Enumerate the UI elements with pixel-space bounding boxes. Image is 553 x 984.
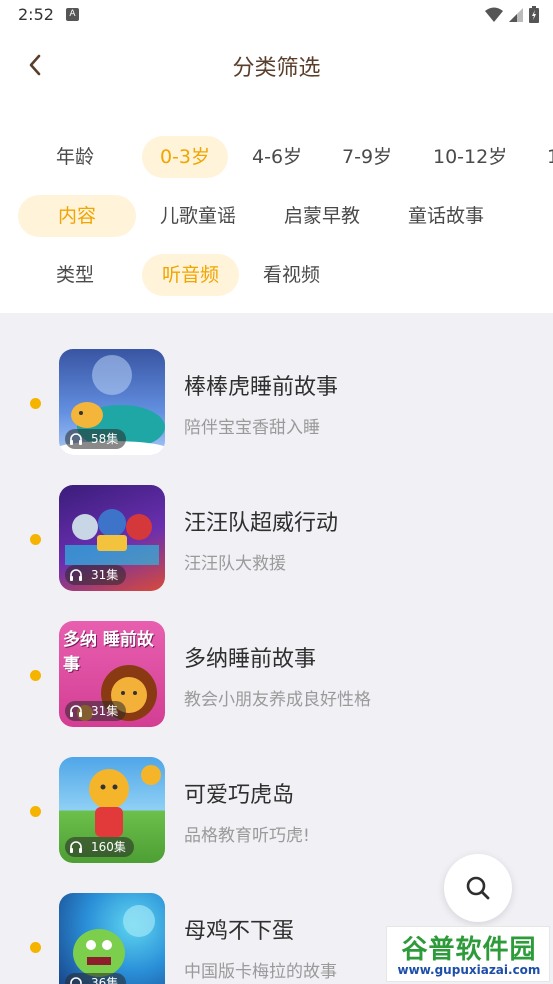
- album-title: 母鸡不下蛋: [184, 919, 295, 944]
- age-filter-row: 年龄 0-3岁 4-6岁 7-9岁 10-12岁 1: [0, 136, 553, 180]
- bullet-dot: [30, 670, 41, 681]
- age-option-4-6[interactable]: 4-6岁: [252, 136, 302, 178]
- album-title: 棒棒虎睡前故事: [184, 375, 339, 400]
- album-cover: 31集: [59, 485, 165, 591]
- site-watermark: 谷普软件园 www.gupuxiazai.com: [386, 926, 550, 982]
- watermark-url: www.gupuxiazai.com: [397, 963, 541, 977]
- content-option-fairy-tales[interactable]: 童话故事: [408, 195, 484, 237]
- type-option-audio[interactable]: 听音频: [142, 254, 239, 296]
- episode-badge: 58集: [65, 429, 127, 449]
- age-option-10-12[interactable]: 10-12岁: [433, 136, 507, 178]
- album-subtitle: 教会小朋友养成良好性格: [184, 690, 371, 710]
- age-option-7-9[interactable]: 7-9岁: [342, 136, 392, 178]
- list-item[interactable]: 31集 汪汪队超威行动 汪汪队大救援: [0, 485, 553, 595]
- battery-icon: [529, 6, 539, 23]
- type-filter-label: 类型: [56, 264, 95, 286]
- album-subtitle: 汪汪队大救援: [184, 554, 286, 574]
- type-option-video[interactable]: 看视频: [263, 254, 320, 296]
- list-item[interactable]: 160集 可爱巧虎岛 品格教育听巧虎!: [0, 757, 553, 867]
- green-monster-illustration: [73, 905, 155, 977]
- content-option-songs[interactable]: 儿歌童谣: [160, 195, 236, 237]
- episode-badge: 160集: [65, 837, 134, 857]
- search-icon: [466, 876, 490, 900]
- album-subtitle: 中国版卡梅拉的故事: [184, 962, 337, 982]
- signal-icon: [509, 7, 523, 22]
- status-time: 2:52: [18, 5, 54, 24]
- content-filter-row: 内容 儿歌童谣 启蒙早教 童话故事: [0, 195, 553, 239]
- list-item[interactable]: 58集 棒棒虎睡前故事 陪伴宝宝香甜入睡: [0, 349, 553, 459]
- search-button[interactable]: [444, 854, 512, 922]
- album-cover: 多纳 睡前故事 31集: [59, 621, 165, 727]
- episode-count: 31集: [91, 704, 119, 718]
- cover-caption: 多纳 睡前故事: [63, 630, 154, 675]
- headphones-icon: [70, 569, 82, 581]
- episode-badge: 31集: [65, 565, 127, 585]
- episode-count: 31集: [91, 568, 119, 582]
- album-title: 可爱巧虎岛: [184, 783, 295, 808]
- content-filter-label[interactable]: 内容: [18, 195, 136, 237]
- age-filter-label: 年龄: [56, 146, 95, 168]
- page-title: 分类筛选: [232, 56, 321, 81]
- age-option-0-3[interactable]: 0-3岁: [142, 136, 228, 178]
- episode-count: 58集: [91, 432, 119, 446]
- notification-icon: A: [66, 8, 79, 21]
- episode-badge: 36集: [65, 973, 127, 984]
- headphones-icon: [70, 841, 82, 853]
- headphones-icon: [70, 977, 82, 984]
- album-subtitle: 陪伴宝宝香甜入睡: [184, 418, 320, 438]
- album-title: 汪汪队超威行动: [184, 511, 339, 536]
- episode-count: 36集: [91, 976, 119, 984]
- type-filter-row: 类型 听音频 看视频: [0, 254, 553, 298]
- bullet-dot: [30, 806, 41, 817]
- headphones-icon: [70, 705, 82, 717]
- episode-badge: 31集: [65, 701, 127, 721]
- watermark-brand: 谷普软件园: [401, 935, 537, 965]
- headphones-icon: [70, 433, 82, 445]
- episode-count: 160集: [91, 840, 126, 854]
- album-cover: 58集: [59, 349, 165, 455]
- album-cover: 36集: [59, 893, 165, 984]
- filter-panel: 分类筛选 年龄 0-3岁 4-6岁 7-9岁 10-12岁 1 内容 儿歌童谣 …: [0, 30, 553, 313]
- album-cover: 160集: [59, 757, 165, 863]
- bullet-dot: [30, 398, 41, 409]
- album-title: 多纳睡前故事: [184, 647, 317, 672]
- wifi-icon: [485, 7, 503, 22]
- content-option-early-education[interactable]: 启蒙早教: [284, 195, 360, 237]
- list-item[interactable]: 多纳 睡前故事 31集 多纳睡前故事 教会小朋友养成良好性格: [0, 621, 553, 731]
- bullet-dot: [30, 534, 41, 545]
- status-bar: 2:52 A: [0, 0, 553, 30]
- status-icons: [485, 6, 539, 23]
- album-subtitle: 品格教育听巧虎!: [184, 826, 310, 846]
- age-option-next[interactable]: 1: [547, 136, 553, 178]
- bullet-dot: [30, 942, 41, 953]
